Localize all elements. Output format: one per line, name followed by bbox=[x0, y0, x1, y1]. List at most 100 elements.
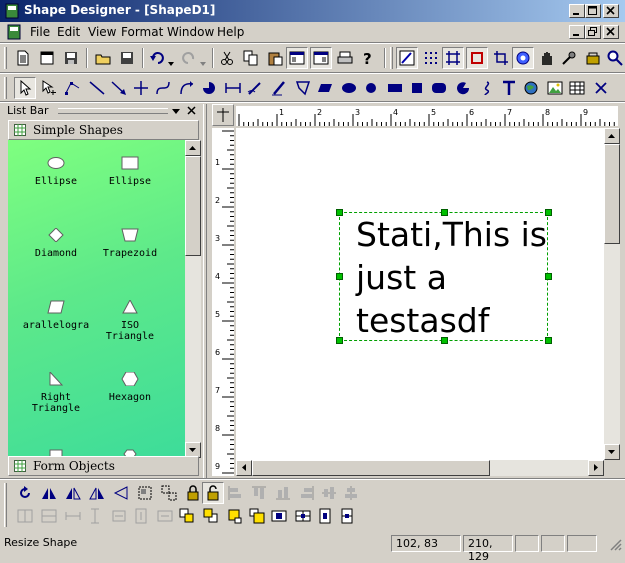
menu-format[interactable]: Format bbox=[121, 25, 163, 39]
scroll-down-icon[interactable] bbox=[604, 444, 620, 460]
pointer-plus-icon[interactable] bbox=[38, 77, 60, 99]
text-icon[interactable] bbox=[498, 77, 520, 99]
selected-text-shape[interactable]: Stati,This is just a testasdf bbox=[336, 209, 552, 344]
app-icon[interactable] bbox=[4, 3, 20, 19]
shape-trapezoid[interactable]: Trapezoid bbox=[90, 228, 170, 259]
resize-handle[interactable] bbox=[336, 337, 343, 344]
flip-v-icon[interactable] bbox=[86, 482, 108, 504]
maximize-button[interactable] bbox=[585, 4, 601, 18]
same-height-icon[interactable] bbox=[84, 505, 106, 527]
lock-icon[interactable] bbox=[182, 482, 204, 504]
drawing-canvas[interactable]: Stati,This is just a testasdf bbox=[236, 128, 604, 460]
scroll-left-icon[interactable] bbox=[236, 460, 252, 476]
rotate-icon[interactable] bbox=[14, 482, 36, 504]
send-back-icon[interactable] bbox=[200, 505, 222, 527]
canvas-vscrollbar[interactable] bbox=[604, 128, 620, 460]
menu-help[interactable]: Help bbox=[217, 25, 244, 39]
flower-icon[interactable] bbox=[512, 47, 534, 69]
flip-left-icon[interactable] bbox=[38, 482, 60, 504]
shapes-scrollbar[interactable] bbox=[185, 140, 201, 458]
shape-iso-triangle[interactable]: ISO Triangle bbox=[90, 300, 170, 342]
shape-parallelogram[interactable]: arallelogra bbox=[16, 300, 96, 331]
scroll-thumb[interactable] bbox=[604, 144, 620, 244]
properties-icon[interactable] bbox=[286, 47, 308, 69]
resize-handle[interactable] bbox=[545, 209, 552, 216]
menu-file[interactable]: File bbox=[30, 25, 50, 39]
table-icon[interactable] bbox=[566, 77, 588, 99]
same-size-icon[interactable] bbox=[108, 505, 130, 527]
resize-handle[interactable] bbox=[545, 273, 552, 280]
open-icon[interactable] bbox=[36, 47, 58, 69]
shape-rect[interactable]: Ellipse bbox=[90, 156, 170, 187]
scroll-right-icon[interactable] bbox=[588, 460, 604, 476]
grid-icon[interactable] bbox=[420, 47, 442, 69]
child-close-button[interactable] bbox=[603, 25, 619, 39]
select-frame-icon[interactable] bbox=[466, 47, 488, 69]
tools2-icon[interactable] bbox=[582, 47, 604, 69]
layout-icon[interactable] bbox=[310, 47, 332, 69]
ungroup-icon[interactable] bbox=[158, 482, 180, 504]
flip-right-icon[interactable] bbox=[62, 482, 84, 504]
resize-handle[interactable] bbox=[336, 273, 343, 280]
align-right-icon[interactable] bbox=[296, 482, 318, 504]
rectangle-icon[interactable] bbox=[384, 77, 406, 99]
center-h-icon[interactable] bbox=[318, 482, 340, 504]
image-icon[interactable] bbox=[544, 77, 566, 99]
curve-icon[interactable] bbox=[176, 77, 198, 99]
spiral-icon[interactable] bbox=[476, 77, 498, 99]
dimension-icon[interactable] bbox=[222, 77, 244, 99]
resize-handle[interactable] bbox=[441, 209, 448, 216]
parallelogram-icon[interactable] bbox=[314, 77, 336, 99]
redo-dropdown-icon[interactable] bbox=[200, 56, 206, 69]
menu-window[interactable]: Window bbox=[167, 25, 214, 39]
help-icon[interactable]: ? bbox=[356, 47, 378, 69]
menu-view[interactable]: View bbox=[88, 25, 116, 39]
bring-forward-icon[interactable] bbox=[224, 505, 246, 527]
pane-close-icon[interactable] bbox=[187, 105, 196, 118]
resize-handle[interactable] bbox=[336, 209, 343, 216]
pointer-icon[interactable] bbox=[14, 77, 36, 99]
print-icon[interactable] bbox=[334, 47, 356, 69]
paste-icon[interactable] bbox=[264, 47, 286, 69]
unlock-icon[interactable] bbox=[202, 482, 224, 504]
group-icon[interactable] bbox=[134, 482, 156, 504]
freeform-icon[interactable] bbox=[292, 77, 314, 99]
resize-handle[interactable] bbox=[441, 337, 448, 344]
design-mode-icon[interactable] bbox=[396, 47, 418, 69]
close-button[interactable] bbox=[603, 4, 619, 18]
open-folder-icon[interactable] bbox=[92, 47, 114, 69]
polyline-icon[interactable] bbox=[62, 77, 84, 99]
ellipse-icon[interactable] bbox=[338, 77, 360, 99]
send-backward-icon[interactable] bbox=[246, 505, 268, 527]
center-page-h-icon[interactable] bbox=[130, 505, 152, 527]
shape-right-triangle[interactable]: Right Triangle bbox=[16, 372, 96, 414]
scroll-up-icon[interactable] bbox=[185, 140, 201, 156]
center-page-v-icon[interactable] bbox=[154, 505, 176, 527]
rounded-rect-icon[interactable] bbox=[428, 77, 450, 99]
square-icon[interactable] bbox=[406, 77, 428, 99]
undo-dropdown-icon[interactable] bbox=[168, 56, 174, 69]
align-left-icon[interactable] bbox=[224, 482, 246, 504]
center-v-icon[interactable] bbox=[340, 482, 362, 504]
x-icon[interactable] bbox=[590, 77, 612, 99]
group-form-objects[interactable]: Form Objects bbox=[8, 456, 199, 476]
title-bar[interactable]: Shape Designer - [ShapeD1] bbox=[0, 0, 625, 22]
zoom-icon[interactable] bbox=[604, 47, 625, 69]
copy-icon[interactable] bbox=[240, 47, 262, 69]
order1-icon[interactable] bbox=[268, 505, 290, 527]
same-width-icon[interactable] bbox=[62, 505, 84, 527]
shape-hexagon[interactable]: Hexagon bbox=[90, 372, 170, 403]
redo-icon[interactable] bbox=[178, 47, 200, 69]
circle-icon[interactable] bbox=[360, 77, 382, 99]
hand-icon[interactable] bbox=[536, 47, 558, 69]
pane-splitter[interactable] bbox=[203, 104, 207, 478]
pie-icon[interactable] bbox=[452, 77, 474, 99]
order2-icon[interactable] bbox=[292, 505, 314, 527]
child-minimize-button[interactable] bbox=[569, 25, 585, 39]
scroll-up-icon[interactable] bbox=[604, 128, 620, 144]
align-top-icon[interactable] bbox=[248, 482, 270, 504]
bring-front-icon[interactable] bbox=[176, 505, 198, 527]
bezier-icon[interactable] bbox=[152, 77, 174, 99]
ruler-corner[interactable] bbox=[212, 104, 234, 126]
line-icon[interactable] bbox=[86, 77, 108, 99]
